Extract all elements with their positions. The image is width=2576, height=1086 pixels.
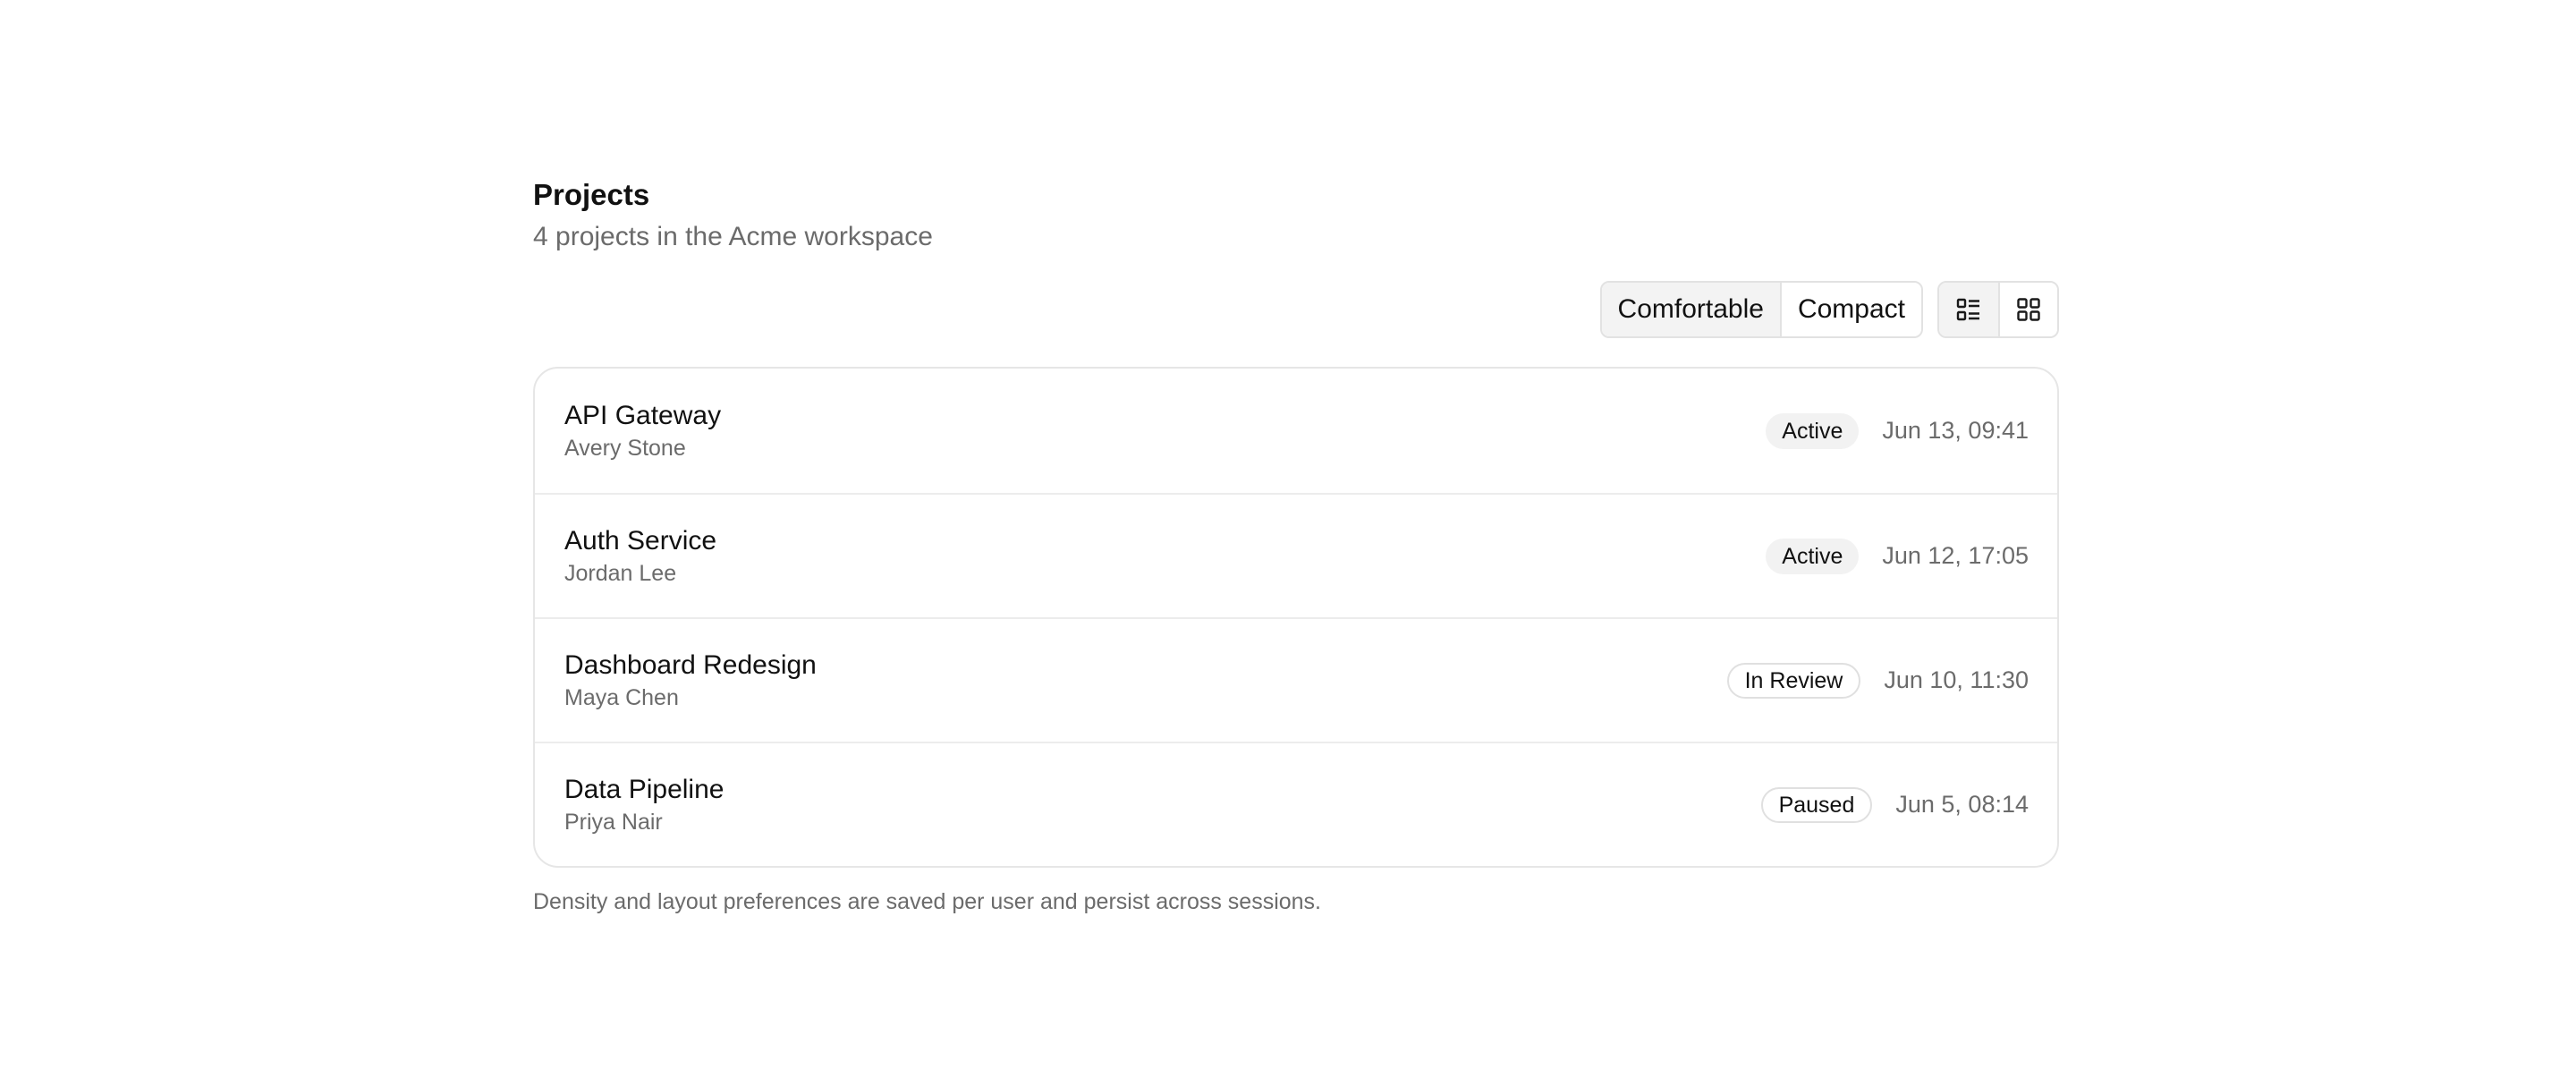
view-toolbar: Comfortable Compact	[533, 281, 2059, 338]
project-meta: Active Jun 12, 17:05	[1766, 538, 2029, 574]
project-updated: Jun 5, 08:14	[1895, 791, 2029, 818]
projects-panel: Projects 4 projects in the Acme workspac…	[533, 175, 2059, 915]
status-badge: Active	[1766, 538, 1860, 574]
project-owner: Maya Chen	[564, 684, 679, 710]
list-view-icon	[1956, 298, 1979, 321]
status-badge: In Review	[1726, 662, 1861, 699]
project-list: API Gateway Avery Stone Active Jun 13, 0…	[533, 367, 2059, 868]
project-updated: Jun 10, 11:30	[1884, 666, 2029, 693]
project-row[interactable]: API Gateway Avery Stone Active Jun 13, 0…	[535, 369, 2057, 493]
project-info: Dashboard Redesign Maya Chen	[564, 649, 817, 713]
grid-view-icon	[2017, 298, 2040, 321]
grid-view-button[interactable]	[1998, 283, 2057, 336]
project-row[interactable]: Auth Service Jordan Lee Active Jun 12, 1…	[535, 493, 2057, 617]
status-badge: Active	[1766, 412, 1860, 449]
page-title: Projects	[533, 178, 650, 211]
project-info: Auth Service Jordan Lee	[564, 524, 716, 589]
density-comfortable-button[interactable]: Comfortable	[1601, 283, 1780, 336]
project-info: Data Pipeline Priya Nair	[564, 773, 724, 837]
project-row[interactable]: Data Pipeline Priya Nair Paused Jun 5, 0…	[535, 742, 2057, 866]
project-owner: Priya Nair	[564, 809, 663, 835]
status-badge: Paused	[1760, 786, 1873, 823]
project-updated: Jun 12, 17:05	[1882, 542, 2029, 569]
project-name: Auth Service	[564, 525, 717, 556]
preferences-footnote: Density and layout preferences are saved…	[533, 889, 1322, 914]
project-owner: Avery Stone	[564, 435, 686, 461]
project-meta: Active Jun 13, 09:41	[1766, 412, 2029, 449]
project-name: Data Pipeline	[564, 774, 724, 804]
density-compact-button[interactable]: Compact	[1779, 283, 1921, 336]
project-owner: Jordan Lee	[564, 560, 677, 586]
project-updated: Jun 13, 09:41	[1882, 417, 2029, 444]
project-row[interactable]: Dashboard Redesign Maya Chen In Review J…	[535, 617, 2057, 742]
project-info: API Gateway Avery Stone	[564, 399, 721, 463]
density-toggle: Comfortable Compact	[1599, 281, 1923, 338]
layout-toggle	[1937, 281, 2059, 338]
list-view-button[interactable]	[1939, 283, 1998, 336]
page-subtitle: 4 projects in the Acme workspace	[533, 222, 933, 251]
project-meta: In Review Jun 10, 11:30	[1726, 662, 2029, 699]
project-name: API Gateway	[564, 400, 722, 430]
project-meta: Paused Jun 5, 08:14	[1760, 786, 2029, 823]
project-name: Dashboard Redesign	[564, 649, 817, 680]
